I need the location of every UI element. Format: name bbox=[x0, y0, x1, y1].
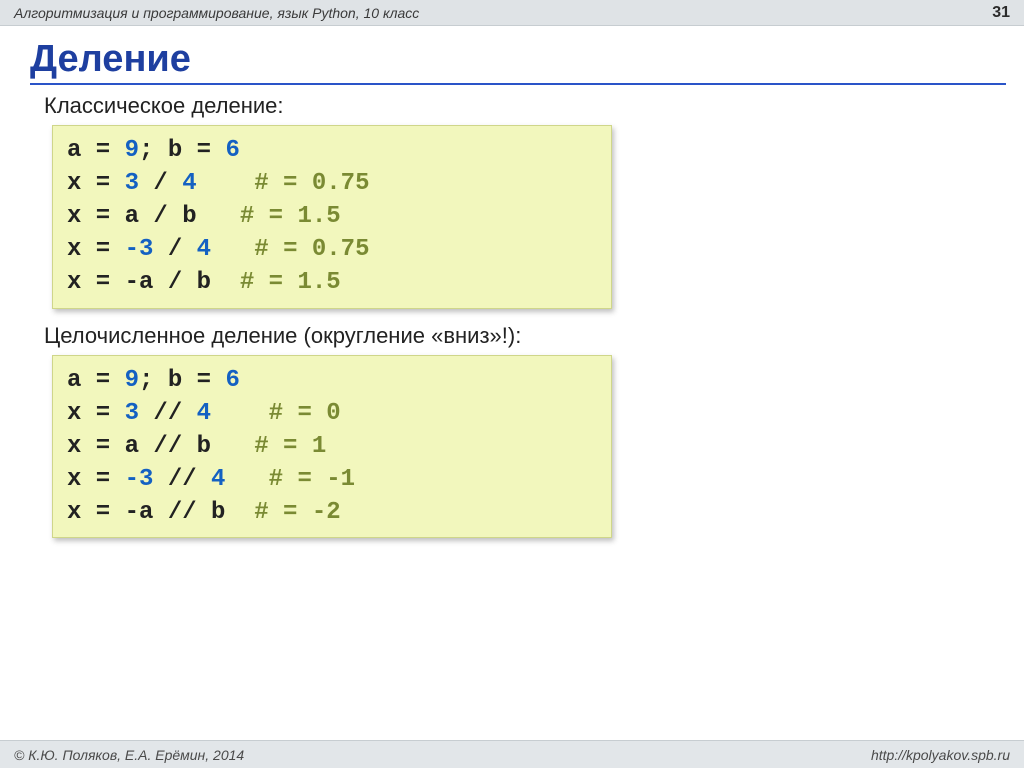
main-content: Деление Классическое деление: a = 9; b =… bbox=[0, 26, 1024, 740]
code-block-1: a = 9; b = 6 x = 3 / 4 # = 0.75 x = a / … bbox=[52, 125, 612, 309]
slide-page: Алгоритмизация и программирование, язык … bbox=[0, 0, 1024, 768]
section1-label: Классическое деление: bbox=[44, 93, 1000, 119]
header-bar: Алгоритмизация и программирование, язык … bbox=[0, 0, 1024, 26]
code-line: x = -a // b # = -2 bbox=[67, 496, 597, 529]
code-block-2: a = 9; b = 6 x = 3 // 4 # = 0 x = a // b… bbox=[52, 355, 612, 539]
code-line: x = -3 // 4 # = -1 bbox=[67, 463, 597, 496]
code-line: x = 3 // 4 # = 0 bbox=[67, 397, 597, 430]
page-number: 31 bbox=[992, 4, 1010, 22]
code-line: x = a // b # = 1 bbox=[67, 430, 597, 463]
footer-bar: © К.Ю. Поляков, Е.А. Ерёмин, 2014 http:/… bbox=[0, 740, 1024, 768]
code-line: x = -a / b # = 1.5 bbox=[67, 266, 597, 299]
code-line: x = -3 / 4 # = 0.75 bbox=[67, 233, 597, 266]
code-line: x = 3 / 4 # = 0.75 bbox=[67, 167, 597, 200]
course-title: Алгоритмизация и программирование, язык … bbox=[14, 5, 419, 21]
copyright-text: © К.Ю. Поляков, Е.А. Ерёмин, 2014 bbox=[14, 747, 244, 763]
code-line: a = 9; b = 6 bbox=[67, 134, 597, 167]
code-line: a = 9; b = 6 bbox=[67, 364, 597, 397]
slide-title: Деление bbox=[30, 38, 1006, 85]
footer-url: http://kpolyakov.spb.ru bbox=[871, 747, 1010, 763]
section2-label: Целочисленное деление (округление «вниз»… bbox=[44, 323, 1000, 349]
code-line: x = a / b # = 1.5 bbox=[67, 200, 597, 233]
